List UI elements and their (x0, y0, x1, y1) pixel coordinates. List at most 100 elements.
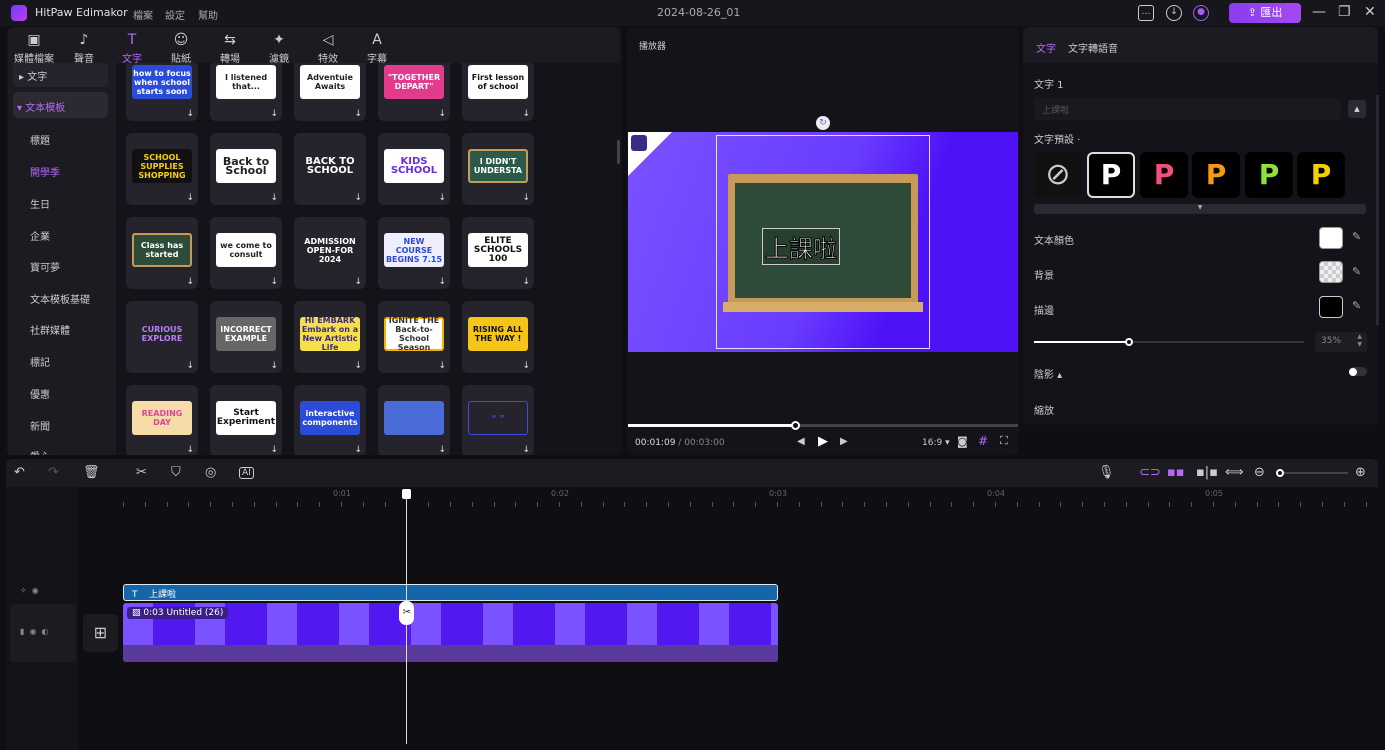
preset-pink[interactable]: P (1140, 152, 1188, 198)
preset-none[interactable]: ⊘ (1034, 152, 1082, 198)
template-item[interactable]: interactive components ↓ (294, 385, 366, 455)
download-icon[interactable]: ↓ (270, 193, 278, 203)
template-item[interactable]: BACK TO SCHOOL ↓ (294, 133, 366, 205)
preset-white[interactable]: P (1087, 152, 1135, 198)
sidebar-item-back-to-school[interactable]: 開學季 (30, 164, 60, 179)
zoom-out-icon[interactable]: ⊖ (1254, 465, 1265, 480)
download-icon[interactable]: ↓ (186, 109, 194, 119)
template-item[interactable]: RISING ALL THE WAY ! ↓ (462, 301, 534, 373)
download-icon[interactable]: ↓ (186, 445, 194, 455)
download-icon[interactable]: ↓ (522, 361, 530, 371)
progress-handle[interactable] (790, 421, 800, 430)
template-item[interactable]: ↓ (378, 385, 450, 455)
template-item[interactable]: First lesson of school ↓ (462, 63, 534, 121)
track-controls-icon[interactable]: ▮ ◉ ◐ (20, 627, 49, 636)
template-item[interactable]: HI EMBARK Embark on a New Artistic Life ↓ (294, 301, 366, 373)
restore-button[interactable]: ❐ (1338, 4, 1351, 20)
section-text[interactable]: ▸ 文字 (13, 63, 108, 87)
tab-filter[interactable]: ✦ 濾鏡 (257, 32, 301, 65)
template-item[interactable]: Adventuie Awaits ↓ (294, 63, 366, 121)
properties-scrollbar[interactable] (1376, 95, 1379, 325)
tab-sticker[interactable]: ☺ 貼紙 (159, 32, 203, 65)
template-item[interactable]: KIDS SCHOOL ↓ (378, 133, 450, 205)
template-item[interactable]: CURIOUS EXPLORE ↓ (126, 301, 198, 373)
download-icon[interactable]: ↓ (354, 277, 362, 287)
zoom-in-icon[interactable]: ⊕ (1355, 465, 1366, 480)
fit-icon[interactable]: ⟺ (1225, 465, 1244, 480)
preset-orange[interactable]: P (1192, 152, 1240, 198)
template-item[interactable]: Back to School ↓ (210, 133, 282, 205)
text-input[interactable]: 上課啦 (1034, 98, 1341, 120)
track-effect-icon[interactable]: ✧ ◉ (20, 586, 39, 595)
template-item[interactable]: “ ” ↓ (462, 385, 534, 455)
rotate-handle-icon[interactable]: ↻ (816, 116, 830, 130)
eyedropper-icon[interactable]: ✎ (1352, 299, 1361, 312)
sidebar-item-love[interactable]: 愛心 (30, 448, 50, 455)
sidebar-item-news[interactable]: 新聞 (30, 418, 50, 433)
preset-green[interactable]: P (1245, 152, 1293, 198)
menu-help[interactable]: 幫助 (198, 7, 218, 22)
download-icon[interactable]: ↓ (186, 361, 194, 371)
template-item[interactable]: I DIDN'T UNDERSTA ↓ (462, 133, 534, 205)
split-icon[interactable]: ✂ (136, 465, 147, 480)
text-clip[interactable]: T 上課啦 (123, 584, 778, 601)
stroke-color-swatch[interactable] (1319, 296, 1343, 318)
expand-presets-button[interactable]: ▼ (1034, 204, 1366, 214)
feedback-icon[interactable]: … (1138, 5, 1154, 21)
template-item[interactable]: NEW COURSE BEGINS 7.15 ↓ (378, 217, 450, 289)
next-frame-button[interactable]: ▶ (840, 436, 848, 447)
collapse-text-button[interactable]: ▲ (1348, 100, 1366, 118)
progress-bar[interactable] (628, 424, 1018, 427)
shadow-toggle[interactable] (1349, 367, 1367, 376)
tab-audio[interactable]: ♪ 聲音 (62, 32, 106, 65)
tab-effect[interactable]: ◁ 特效 (306, 32, 350, 65)
aspect-ratio-select[interactable]: 16:9 ▾ (922, 438, 950, 448)
download-icon[interactable]: ↓ (354, 361, 362, 371)
text-color-swatch[interactable] (1319, 227, 1343, 249)
download-icon[interactable]: ↓ (522, 193, 530, 203)
undo-icon[interactable]: ↶ (14, 465, 25, 480)
sidebar-item-social[interactable]: 社群媒體 (30, 322, 70, 337)
download-icon[interactable]: ↓ (186, 193, 194, 203)
download-icon[interactable]: ↓ (354, 109, 362, 119)
download-icon[interactable]: ↓ (522, 277, 530, 287)
minimize-button[interactable]: — (1312, 4, 1326, 20)
split-view-icon[interactable]: ▪|▪ (1196, 465, 1218, 480)
sidebar-item-tags[interactable]: 標記 (30, 354, 50, 369)
download-icon[interactable]: ↓ (522, 109, 530, 119)
sidebar-item-business[interactable]: 企業 (30, 228, 50, 243)
template-item[interactable]: INCORRECT EXAMPLE ↓ (210, 301, 282, 373)
timeline-ruler[interactable]: 0:01 0:02 0:03 0:04 0:05 (0, 487, 1385, 509)
account-icon[interactable]: ● (1193, 5, 1209, 21)
menu-settings[interactable]: 設定 (165, 7, 185, 22)
microphone-icon[interactable]: 🎙 (1098, 465, 1115, 480)
opacity-handle[interactable] (1124, 338, 1133, 346)
grid-icon[interactable]: # (978, 434, 988, 448)
template-item[interactable]: IGNITE THE Back-to-School Season ↓ (378, 301, 450, 373)
download-icon[interactable]: ↓ (438, 193, 446, 203)
sidebar-item-basics[interactable]: 文本模板基礎 (30, 291, 90, 306)
playhead-handle[interactable] (402, 489, 412, 499)
delete-icon[interactable]: 🗑 (83, 465, 100, 480)
marker-icon[interactable]: ⛉ (171, 465, 181, 480)
redo-icon[interactable]: ↷ (48, 465, 59, 480)
download-icon[interactable]: ↓ (354, 193, 362, 203)
template-item[interactable]: I listened that... ↓ (210, 63, 282, 121)
menu-file[interactable]: 檔案 (133, 7, 153, 22)
grid-scrollbar[interactable] (617, 140, 620, 164)
template-item[interactable]: ADMISSION OPEN-FOR 2024 ↓ (294, 217, 366, 289)
opacity-input[interactable]: 35% ▲ ▼ (1315, 332, 1367, 352)
download-icon[interactable]: ↓ (270, 445, 278, 455)
tab-transition[interactable]: ⇆ 轉場 (208, 32, 252, 65)
download-icon[interactable]: ↓ (270, 277, 278, 287)
template-item[interactable]: Start Experiment ↓ (210, 385, 282, 455)
tab-media[interactable]: ▣ 媒體檔案 (12, 32, 56, 65)
playhead[interactable]: ✂ (399, 489, 415, 744)
sidebar-item-title[interactable]: 標題 (30, 132, 50, 147)
prev-frame-button[interactable]: ◀ (797, 436, 805, 447)
sidebar-item-pokemon[interactable]: 寶可夢 (30, 259, 60, 274)
sidebar-item-sale[interactable]: 優惠 (30, 386, 50, 401)
download-icon[interactable]: ↓ (186, 277, 194, 287)
audio-denoise-icon[interactable]: ◎ (205, 465, 216, 480)
preset-yellow[interactable]: P (1297, 152, 1345, 198)
